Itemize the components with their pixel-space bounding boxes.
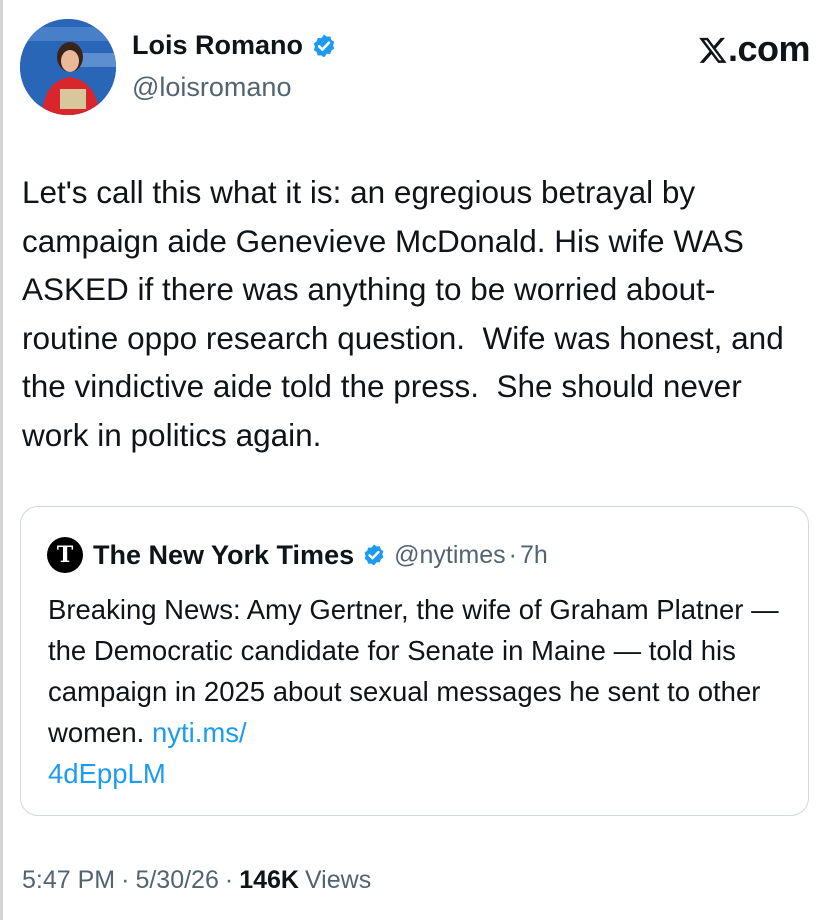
views-label: Views bbox=[304, 866, 372, 894]
meta-separator: · bbox=[121, 866, 130, 894]
tweet-date[interactable]: 5/30/26 bbox=[135, 866, 218, 895]
meta-separator: · bbox=[224, 866, 234, 894]
quoted-tweet-card[interactable]: T The New York Times @nytimes · 7h Break… bbox=[20, 506, 809, 816]
author-name[interactable]: Lois Romano bbox=[132, 30, 303, 61]
x-logo-icon bbox=[699, 37, 727, 63]
quoted-tweet-text: Breaking News: Amy Gertner, the wife of … bbox=[48, 589, 788, 794]
quoted-tweet-header: T The New York Times @nytimes · 7h bbox=[47, 537, 548, 573]
views-count[interactable]: 146K bbox=[239, 866, 299, 895]
tweet-time[interactable]: 5:47 PM bbox=[22, 866, 115, 895]
x-com-logo: .com bbox=[698, 28, 811, 70]
quoted-author-handle[interactable]: @nytimes bbox=[394, 541, 506, 570]
verified-badge-icon bbox=[364, 544, 384, 566]
author-name-row: Lois Romano bbox=[132, 30, 337, 61]
tweet-meta: 5:47 PM · 5/30/26 · 146K Views bbox=[22, 866, 371, 895]
x-logo-text: .com bbox=[727, 28, 811, 69]
verified-badge-icon bbox=[313, 34, 335, 57]
tweet-header: Lois Romano @loisromano .com bbox=[20, 16, 811, 116]
quoted-separator: · bbox=[508, 540, 517, 569]
quoted-timestamp[interactable]: 7h bbox=[520, 541, 548, 570]
nyt-logo-letter: T bbox=[56, 542, 74, 568]
quoted-author-name[interactable]: The New York Times bbox=[93, 540, 354, 571]
tweet-body-text: Let's call this what it is: an egregious… bbox=[22, 174, 793, 453]
nyt-logo-icon: T bbox=[47, 537, 83, 573]
left-edge-divider bbox=[0, 0, 3, 920]
author-avatar[interactable] bbox=[20, 19, 116, 115]
author-handle[interactable]: @loisromano bbox=[132, 72, 291, 103]
